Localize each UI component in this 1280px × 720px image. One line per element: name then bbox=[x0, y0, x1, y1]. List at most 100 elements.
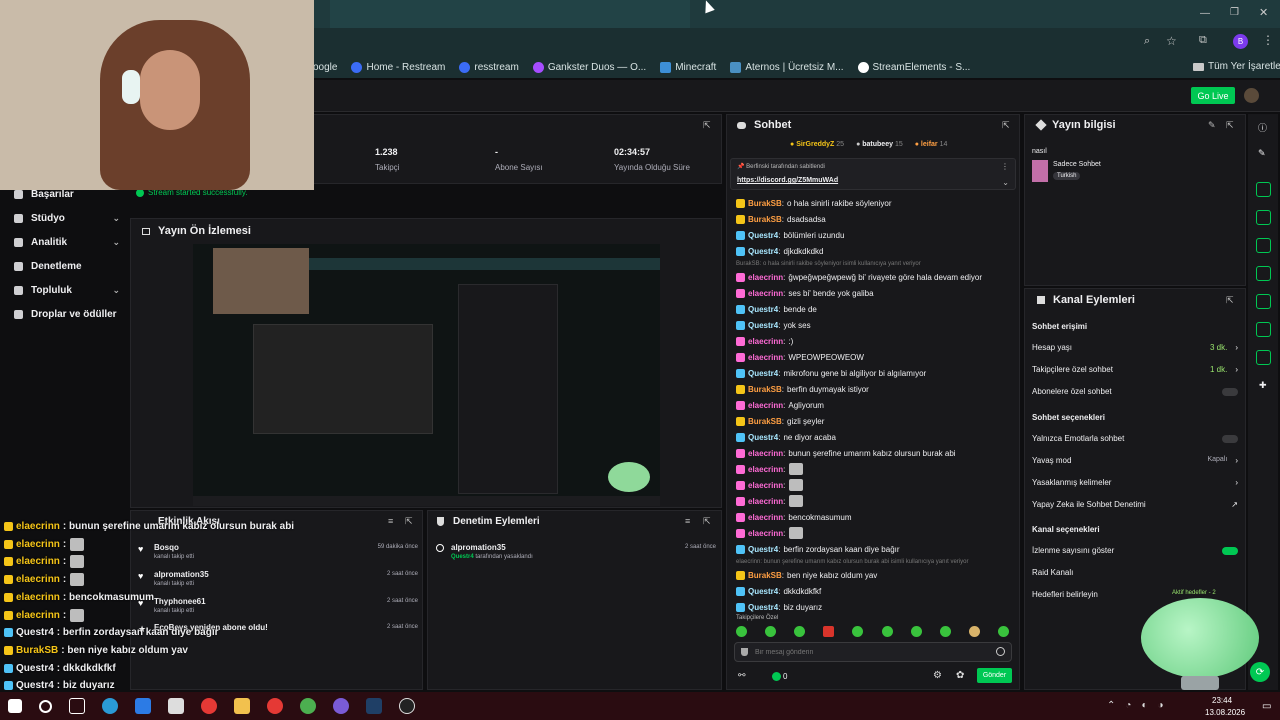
sidebar-item-moderation[interactable]: Denetleme bbox=[14, 261, 82, 272]
bookmark-aternos[interactable]: Aternos | Ücretsiz M... bbox=[730, 61, 844, 73]
chat-username[interactable]: Questr4 bbox=[748, 603, 778, 612]
edit-icon[interactable]: ✎ bbox=[1258, 148, 1266, 159]
chat-username[interactable]: Questr4 bbox=[748, 433, 778, 442]
chat-username[interactable]: elaecrinn bbox=[748, 481, 783, 490]
chat-message[interactable]: elaecrinn: bbox=[736, 478, 804, 492]
popout-icon[interactable]: ⇱ bbox=[703, 120, 711, 131]
emote-only-toggle[interactable] bbox=[1222, 434, 1238, 443]
emote-icon[interactable] bbox=[852, 626, 864, 637]
chat-message[interactable]: elaecrinn: bbox=[736, 494, 804, 508]
chat-input[interactable] bbox=[755, 646, 990, 659]
volume-icon[interactable]: ◐ bbox=[1141, 700, 1147, 711]
emote-picker-icon[interactable] bbox=[996, 647, 1005, 656]
sidebar-item-community[interactable]: Topluluk ⌄ bbox=[14, 285, 120, 296]
settings-icon[interactable]: ⚙ bbox=[933, 670, 942, 681]
obs-icon[interactable] bbox=[399, 698, 415, 714]
edit-icon[interactable]: ✎ bbox=[1208, 120, 1216, 131]
popout-icon[interactable]: ⇱ bbox=[703, 516, 711, 527]
category-name[interactable]: Sadece Sohbet bbox=[1053, 161, 1101, 168]
minimize-icon[interactable]: — bbox=[1200, 8, 1210, 19]
chat-message[interactable]: elaecrinn: ses bi' bende yok galiba bbox=[736, 286, 874, 300]
youtube-icon[interactable] bbox=[201, 698, 217, 714]
chrome-icon[interactable] bbox=[267, 698, 283, 714]
folder-icon[interactable] bbox=[234, 698, 250, 714]
close-icon[interactable]: ✕ bbox=[1259, 6, 1268, 19]
chat-username[interactable]: Questr4 bbox=[748, 305, 778, 314]
menu-icon[interactable]: ⋮ bbox=[1262, 33, 1274, 47]
mod-action-user[interactable]: alpromation35 bbox=[451, 543, 506, 552]
clock-date[interactable]: 13.08.2026 bbox=[1205, 708, 1245, 717]
wifi-icon[interactable]: ◑ bbox=[1157, 700, 1163, 711]
refresh-icon[interactable]: ⟳ bbox=[1250, 662, 1270, 682]
bookmark-streamelements[interactable]: StreamElements - S... bbox=[857, 61, 970, 73]
bookmark-resstream[interactable]: resstream bbox=[459, 61, 519, 73]
add-quick-action-icon[interactable]: ✚ bbox=[1259, 380, 1267, 391]
chat-username[interactable]: elaecrinn bbox=[748, 289, 783, 298]
store-icon[interactable] bbox=[168, 698, 184, 714]
sidebar-item-drops[interactable]: Droplar ve ödüller bbox=[14, 309, 117, 320]
account-age-row[interactable]: Hesap yaşı 3 dk. › bbox=[1032, 343, 1238, 352]
extensions-icon[interactable]: ⧉ bbox=[1199, 34, 1207, 47]
chat-message[interactable]: Questr4: mikrofonu gene bi algiliyor bi a… bbox=[736, 366, 926, 380]
chat-message[interactable]: elaecrinn: Agliyorum bbox=[736, 398, 824, 412]
send-button[interactable]: Gönder bbox=[977, 668, 1012, 683]
zoom-icon[interactable]: ⌕ bbox=[1144, 35, 1150, 48]
chat-message[interactable]: Questr4: dkkdkdkfkf bbox=[736, 584, 821, 598]
ai-mod-row[interactable]: Yapay Zeka ile Sohbet Denetimi ↗ bbox=[1032, 500, 1238, 509]
pinned-link[interactable]: https://discord.gg/Z5MmuWAd bbox=[737, 177, 838, 184]
steam-icon[interactable] bbox=[366, 698, 382, 714]
chat-message[interactable]: Questr4: bölümleri uzundu bbox=[736, 228, 844, 242]
chat-username[interactable]: elaecrinn bbox=[748, 337, 783, 346]
quick-action-button[interactable] bbox=[1256, 322, 1271, 337]
quick-action-button[interactable] bbox=[1256, 350, 1271, 365]
chat-username[interactable]: BurakSB bbox=[748, 215, 782, 224]
chat-username[interactable]: elaecrinn bbox=[748, 449, 783, 458]
sidebar-item-analytics[interactable]: Analitik ⌄ bbox=[14, 237, 120, 248]
chat-username[interactable]: elaecrinn bbox=[748, 529, 783, 538]
chat-username[interactable]: elaecrinn bbox=[748, 465, 783, 474]
chat-username[interactable]: Questr4 bbox=[748, 321, 778, 330]
chat-emote[interactable] bbox=[789, 527, 804, 539]
followers-chat-row[interactable]: Takipçilere özel sohbet 1 dk. › bbox=[1032, 365, 1238, 374]
chat-message[interactable]: Questr4: yok ses bbox=[736, 318, 811, 332]
chat-username[interactable]: elaecrinn bbox=[748, 401, 783, 410]
more-icon[interactable]: ⋮ bbox=[1001, 162, 1009, 171]
chat-message[interactable]: elaecrinn: bbox=[736, 462, 804, 476]
stream-preview-video[interactable] bbox=[193, 244, 660, 506]
popout-icon[interactable]: ⇱ bbox=[1226, 120, 1234, 131]
chat-message[interactable]: Questr4: ne diyor acaba bbox=[736, 430, 836, 444]
activity-user[interactable]: Thyphonee61 bbox=[154, 597, 206, 606]
chat-username[interactable]: elaecrinn bbox=[748, 353, 783, 362]
chrome-icon[interactable] bbox=[300, 698, 316, 714]
browser-tab[interactable] bbox=[330, 0, 690, 28]
all-bookmarks[interactable]: Tüm Yer İşaretleri bbox=[1193, 61, 1280, 72]
tag-badge[interactable]: Turkish bbox=[1053, 172, 1081, 180]
filter-icon[interactable]: ≡ bbox=[685, 516, 690, 526]
chat-message[interactable]: BurakSB: ben niye kabız oldum yav bbox=[736, 568, 877, 582]
emote-icon[interactable] bbox=[823, 626, 835, 637]
emote-icon[interactable] bbox=[794, 626, 806, 637]
activity-user[interactable]: alpromation35 bbox=[154, 570, 209, 579]
chat-message[interactable]: elaecrinn::) bbox=[736, 334, 793, 348]
chevron-down-icon[interactable]: ⌄ bbox=[1002, 178, 1009, 187]
bookmark-google[interactable]: oogle bbox=[313, 62, 337, 73]
quick-action-button[interactable] bbox=[1256, 210, 1271, 225]
goals-row[interactable]: Hedefleri belirleyin bbox=[1032, 590, 1098, 599]
emote-icon[interactable] bbox=[881, 626, 893, 637]
chat-emote[interactable] bbox=[789, 479, 804, 491]
task-view-icon[interactable] bbox=[69, 698, 85, 714]
chevron-up-icon[interactable]: ⌃ bbox=[1107, 700, 1115, 711]
active-goals[interactable]: Aktif hedefler - 2 bbox=[1172, 590, 1216, 596]
chat-username[interactable]: Questr4 bbox=[748, 247, 778, 256]
chat-message[interactable]: elaecrinn: bencokmasumum bbox=[736, 510, 852, 524]
chat-message[interactable]: elaecrinn: bunun şerefine umarım kabız ol… bbox=[736, 446, 956, 460]
subs-chat-toggle[interactable] bbox=[1222, 387, 1238, 396]
emote-icon[interactable] bbox=[765, 626, 777, 637]
star-icon[interactable]: ☆ bbox=[1166, 34, 1177, 48]
network-icon[interactable]: ◔ bbox=[1125, 700, 1131, 711]
chat-username[interactable]: elaecrinn bbox=[748, 273, 783, 282]
popout-icon[interactable]: ⇱ bbox=[1226, 295, 1234, 306]
chat-message[interactable]: Questr4: djkdkdkdkd bbox=[736, 244, 824, 258]
moderator-name[interactable]: Questr4 bbox=[451, 554, 474, 560]
clock-time[interactable]: 23:44 bbox=[1212, 696, 1232, 705]
